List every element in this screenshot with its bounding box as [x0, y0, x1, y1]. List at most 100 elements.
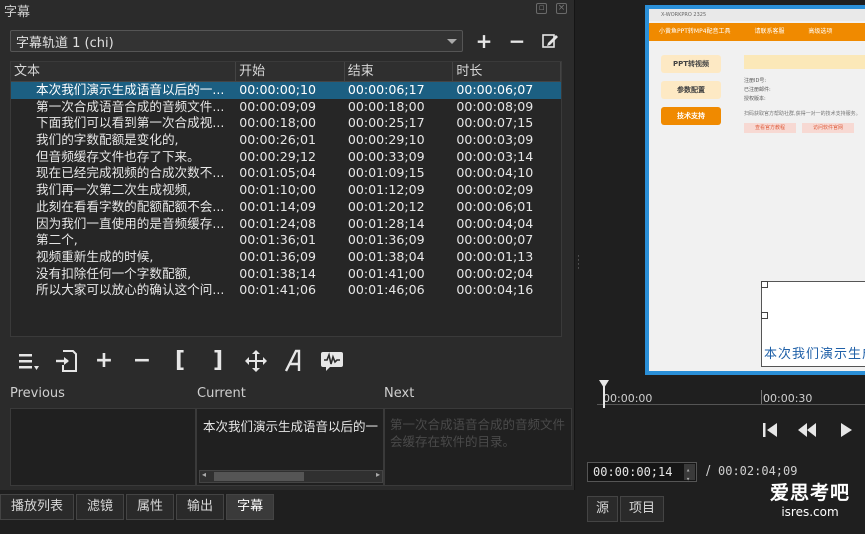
add-track-button[interactable]: +	[473, 30, 495, 52]
cell-start[interactable]: 00:00:26;01	[236, 132, 345, 149]
table-row[interactable]: 此刻在看看字数的配额配额不会... 00:01:14;09 00:01:20;12 0…	[11, 199, 561, 216]
cell-duration[interactable]: 00:00:08;09	[453, 99, 561, 116]
current-scrollbar[interactable]: ◂ ▸	[199, 470, 383, 483]
cell-duration[interactable]: 00:00:07;15	[453, 115, 561, 132]
timeline-ruler[interactable]: 00:00:00 00:00:30	[597, 380, 865, 408]
cell-start[interactable]: 00:00:29;12	[236, 149, 345, 166]
scroll-right-icon[interactable]: ▸	[376, 470, 380, 479]
tab-playlist[interactable]: 播放列表	[0, 494, 75, 520]
playhead-line[interactable]	[603, 386, 605, 408]
cell-start[interactable]: 00:01:41;06	[236, 282, 345, 299]
cell-duration[interactable]: 00:00:06;01	[453, 199, 561, 216]
cell-text[interactable]: 我们的字数配额是变化的,	[11, 132, 236, 149]
tab-filters[interactable]: 滤镜	[76, 494, 125, 520]
add-subtitle-button[interactable]: +	[90, 347, 118, 375]
cell-text[interactable]: 但音频缓存文件也存了下来。	[11, 149, 236, 166]
cell-end[interactable]: 00:01:20;12	[345, 199, 454, 216]
set-start-button[interactable]: [	[166, 347, 194, 375]
cell-text[interactable]: 此刻在看看字数的配额配额不会...	[11, 199, 236, 216]
remove-track-button[interactable]: −	[506, 30, 528, 52]
cell-duration[interactable]: 00:00:02;09	[453, 182, 561, 199]
cell-duration[interactable]: 00:00:04;16	[453, 282, 561, 299]
cell-end[interactable]: 00:01:41;00	[345, 266, 454, 283]
table-row[interactable]: 因为我们一直使用的是音频缓存... 00:01:24;08 00:01:28;14 0…	[11, 216, 561, 233]
track-select[interactable]: 字幕轨道 1 (chi)	[10, 30, 463, 52]
table-row[interactable]: 没有扣除任何一个字数配额, 00:01:38;14 00:01:41;00 00:00…	[11, 266, 561, 283]
table-row[interactable]: 现在已经完成视频的合成次数不... 00:01:05;04 00:01:09;15 0…	[11, 165, 561, 182]
cell-start[interactable]: 00:01:36;01	[236, 232, 345, 249]
column-header-duration[interactable]: 时长	[453, 62, 561, 81]
current-text-box[interactable]: 本次我们演示生成语音以后的一 ◂ ▸	[196, 408, 384, 486]
cell-end[interactable]: 00:01:46;06	[345, 282, 454, 299]
table-row[interactable]: 第二个, 00:01:36;01 00:01:36;09 00:00:00;07	[11, 232, 561, 249]
cell-start[interactable]: 00:01:24;08	[236, 216, 345, 233]
speech-to-text-button[interactable]	[318, 347, 346, 375]
cell-end[interactable]: 00:01:36;09	[345, 232, 454, 249]
cell-end[interactable]: 00:00:18;00	[345, 99, 454, 116]
cell-end[interactable]: 00:01:38;04	[345, 249, 454, 266]
next-text-box[interactable]: 第一次合成语音合成的音频文件会缓存在软件的目录。	[384, 408, 572, 486]
cell-text[interactable]: 因为我们一直使用的是音频缓存...	[11, 216, 236, 233]
cell-start[interactable]: 00:01:05;04	[236, 165, 345, 182]
previous-text-box[interactable]	[10, 408, 196, 486]
cell-duration[interactable]: 00:00:03;09	[453, 132, 561, 149]
cell-start[interactable]: 00:00:00;10	[236, 82, 345, 99]
tab-properties[interactable]: 属性	[126, 494, 175, 520]
cell-duration[interactable]: 00:00:03;14	[453, 149, 561, 166]
cell-duration[interactable]: 00:00:04;10	[453, 165, 561, 182]
cell-end[interactable]: 00:01:28;14	[345, 216, 454, 233]
play-button[interactable]	[834, 418, 858, 442]
rewind-button[interactable]	[795, 418, 819, 442]
video-preview[interactable]: X-WORKPRO 2325 小黄鱼PPT转MP4配音工具 请联系客服 高级选项…	[645, 5, 865, 375]
spin-down-icon[interactable]: ▾	[686, 470, 690, 488]
column-header-start[interactable]: 开始	[236, 62, 345, 81]
float-panel-button[interactable]: ▫	[536, 3, 547, 14]
splitter-handle[interactable]: · · · ·	[577, 253, 580, 274]
set-end-button[interactable]: ]	[204, 347, 232, 375]
cell-text[interactable]: 本次我们演示生成语音以后的一...	[11, 82, 236, 99]
column-header-end[interactable]: 结束	[345, 62, 454, 81]
playhead-icon[interactable]	[599, 380, 609, 388]
timecode-spinner[interactable]: ▴ ▾	[684, 464, 695, 483]
tab-subtitles[interactable]: 字幕	[226, 494, 275, 520]
cell-start[interactable]: 00:01:36;09	[236, 249, 345, 266]
scrollbar-thumb[interactable]	[214, 472, 304, 481]
cell-duration[interactable]: 00:00:01;13	[453, 249, 561, 266]
cell-text[interactable]: 第二个,	[11, 232, 236, 249]
cell-duration[interactable]: 00:00:00;07	[453, 232, 561, 249]
skip-to-start-button[interactable]	[758, 418, 782, 442]
column-header-text[interactable]: 文本	[11, 62, 237, 81]
resize-handle[interactable]	[761, 281, 768, 288]
close-panel-button[interactable]: ×	[556, 3, 567, 14]
remove-subtitle-button[interactable]: −	[128, 347, 156, 375]
cell-duration[interactable]: 00:00:04;04	[453, 216, 561, 233]
cell-text[interactable]: 没有扣除任何一个字数配额,	[11, 266, 236, 283]
table-row[interactable]: 下面我们可以看到第一次合成视... 00:00:18;00 00:00:25;17 0…	[11, 115, 561, 132]
cell-text[interactable]: 第一次合成语音合成的音频文件...	[11, 99, 236, 116]
cell-text[interactable]: 所以大家可以放心的确认这个问...	[11, 282, 236, 299]
cell-start[interactable]: 00:00:18;00	[236, 115, 345, 132]
cell-end[interactable]: 00:00:29;10	[345, 132, 454, 149]
edit-track-button[interactable]	[539, 30, 561, 52]
cell-text[interactable]: 视频重新生成的时候,	[11, 249, 236, 266]
tab-project[interactable]: 项目	[620, 496, 665, 522]
table-row[interactable]: 我们再一次第二次生成视频, 00:01:10;00 00:01:12;09 00:00…	[11, 182, 561, 199]
table-row[interactable]: 但音频缓存文件也存了下来。 00:00:29;12 00:00:33;09 00:00…	[11, 149, 561, 166]
cell-text[interactable]: 现在已经完成视频的合成次数不...	[11, 165, 236, 182]
resize-handle[interactable]	[761, 312, 768, 319]
tab-export[interactable]: 输出	[176, 494, 225, 520]
cell-text[interactable]: 下面我们可以看到第一次合成视...	[11, 115, 236, 132]
cell-start[interactable]: 00:00:09;09	[236, 99, 345, 116]
move-button[interactable]	[242, 347, 270, 375]
cell-start[interactable]: 00:01:14;09	[236, 199, 345, 216]
cell-end[interactable]: 00:00:33;09	[345, 149, 454, 166]
table-row[interactable]: 我们的字数配额是变化的, 00:00:26;01 00:00:29;10 00:00:…	[11, 132, 561, 149]
table-row[interactable]: 本次我们演示生成语音以后的一... 00:00:00;10 00:00:06;17 0…	[11, 82, 561, 99]
scroll-left-icon[interactable]: ◂	[202, 470, 206, 479]
menu-button[interactable]	[14, 347, 42, 375]
table-row[interactable]: 所以大家可以放心的确认这个问... 00:01:41;06 00:01:46;06 0…	[11, 282, 561, 299]
cell-start[interactable]: 00:01:10;00	[236, 182, 345, 199]
cell-duration[interactable]: 00:00:06;07	[453, 82, 561, 99]
tab-source[interactable]: 源	[587, 496, 619, 522]
cell-text[interactable]: 我们再一次第二次生成视频,	[11, 182, 236, 199]
